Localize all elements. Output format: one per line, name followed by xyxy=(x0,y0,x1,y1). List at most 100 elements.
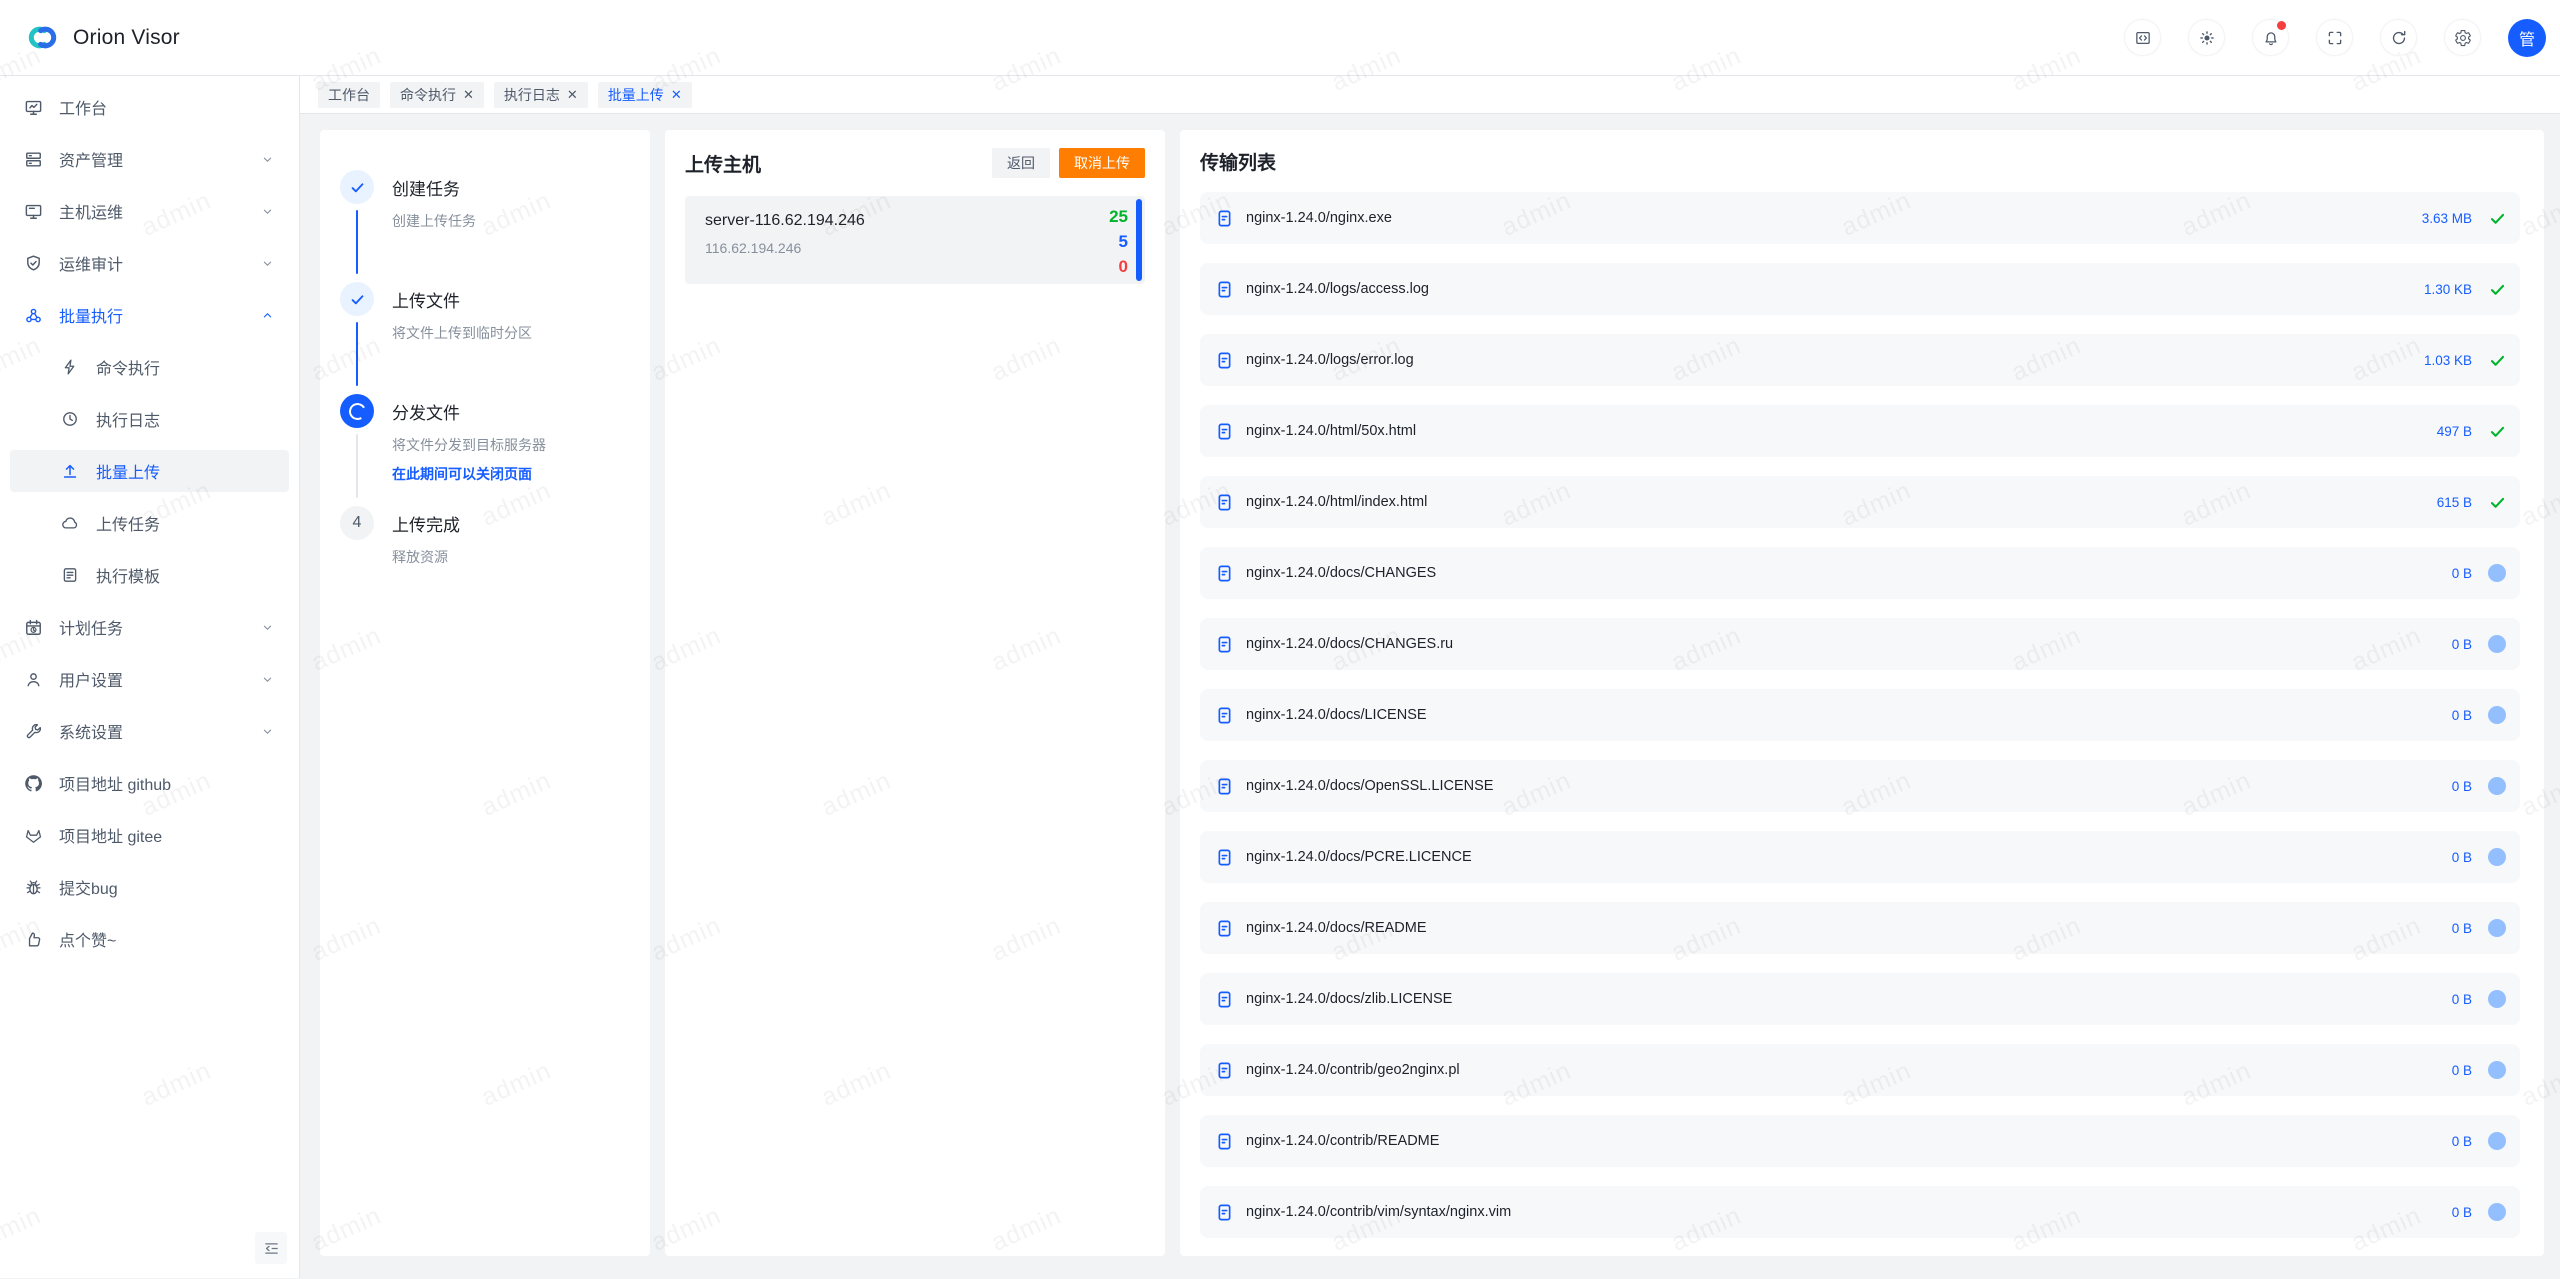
batch-icon xyxy=(23,305,43,325)
sidebar-item-上传任务[interactable]: 上传任务 xyxy=(10,502,289,544)
host-selected-indicator xyxy=(1136,199,1142,281)
sidebar-item-项目地址 gitee[interactable]: 项目地址 gitee xyxy=(10,814,289,856)
chevron-svg xyxy=(260,204,275,219)
file-size: 0 B xyxy=(2452,850,2472,865)
file-icon xyxy=(1215,635,1234,654)
step-spinner-icon xyxy=(347,401,368,422)
transfer-file-row[interactable]: nginx-1.24.0/docs/CHANGES.ru0 B xyxy=(1200,618,2520,670)
cancel-upload-button[interactable]: 取消上传 xyxy=(1059,148,1145,178)
transfer-file-row[interactable]: nginx-1.24.0/contrib/vim/syntax/nginx.vi… xyxy=(1200,1186,2520,1238)
transfer-file-row[interactable]: nginx-1.24.0/logs/error.log1.03 KB xyxy=(1200,334,2520,386)
pending-dot xyxy=(2488,1132,2506,1150)
transfer-file-row[interactable]: nginx-1.24.0/html/index.html615 B xyxy=(1200,476,2520,528)
step-body: 上传文件将文件上传到临时分区 xyxy=(392,282,532,394)
step-check-icon xyxy=(349,179,366,196)
sidebar-item-主机运维[interactable]: 主机运维 xyxy=(10,190,289,232)
transfer-file-row[interactable]: nginx-1.24.0/docs/PCRE.LICENCE0 B xyxy=(1200,831,2520,883)
file-icon-svg xyxy=(1215,493,1234,512)
theme-button[interactable] xyxy=(2188,19,2225,56)
transfer-file-row[interactable]: nginx-1.24.0/nginx.exe3.63 MB xyxy=(1200,192,2520,244)
file-name: nginx-1.24.0/nginx.exe xyxy=(1246,210,1392,226)
file-icon xyxy=(1215,422,1234,441)
file-icon xyxy=(1215,990,1234,1009)
file-icon xyxy=(1215,280,1234,299)
sidebar-item-命令执行[interactable]: 命令执行 xyxy=(10,346,289,388)
user-avatar[interactable]: 管 xyxy=(2508,19,2546,57)
transfer-file-row[interactable]: nginx-1.24.0/contrib/geo2nginx.pl0 B xyxy=(1200,1044,2520,1096)
step-title: 上传文件 xyxy=(392,287,532,312)
sidebar-item-资产管理[interactable]: 资产管理 xyxy=(10,138,289,180)
wrench-icon-svg xyxy=(24,722,43,741)
file-status-pending-icon xyxy=(2487,777,2507,795)
sidebar-item-批量上传[interactable]: 批量上传 xyxy=(10,450,289,492)
sidebar-item-执行模板[interactable]: 执行模板 xyxy=(10,554,289,596)
file-status-pending-icon xyxy=(2487,706,2507,724)
code-icon xyxy=(2134,29,2152,47)
code-button[interactable] xyxy=(2124,19,2161,56)
bug-icon xyxy=(23,877,43,897)
theme-icon xyxy=(2198,29,2216,47)
fullscreen-button[interactable] xyxy=(2316,19,2353,56)
file-status-done-icon xyxy=(2487,351,2507,370)
file-icon xyxy=(1215,564,1234,583)
sidebar-item-提交bug[interactable]: 提交bug xyxy=(10,866,289,908)
tab-close-icon[interactable]: ✕ xyxy=(567,88,578,101)
settings-button[interactable] xyxy=(2444,19,2481,56)
sidebar-item-用户设置[interactable]: 用户设置 xyxy=(10,658,289,700)
sidebar-item-项目地址 github[interactable]: 项目地址 github xyxy=(10,762,289,804)
pending-dot xyxy=(2488,1061,2506,1079)
sidebar-item-计划任务[interactable]: 计划任务 xyxy=(10,606,289,648)
tab-close-icon[interactable]: ✕ xyxy=(671,88,682,101)
tab-close-icon[interactable]: ✕ xyxy=(463,88,474,101)
file-icon-svg xyxy=(1215,422,1234,441)
transfer-file-row[interactable]: nginx-1.24.0/docs/README0 B xyxy=(1200,902,2520,954)
dashboard-icon xyxy=(23,97,43,117)
back-button[interactable]: 返回 xyxy=(992,148,1050,178)
step-创建任务: 创建任务创建上传任务 xyxy=(340,170,630,282)
file-name: nginx-1.24.0/docs/CHANGES xyxy=(1246,565,1436,581)
sidebar-item-点个赞~[interactable]: 点个赞~ xyxy=(10,918,289,960)
transfer-file-row[interactable]: nginx-1.24.0/docs/LICENSE0 B xyxy=(1200,689,2520,741)
file-name: nginx-1.24.0/contrib/geo2nginx.pl xyxy=(1246,1062,1460,1078)
file-name: nginx-1.24.0/contrib/vim/syntax/nginx.vi… xyxy=(1246,1204,1511,1220)
refresh-button[interactable] xyxy=(2380,19,2417,56)
file-icon-svg xyxy=(1215,777,1234,796)
file-status-done-icon xyxy=(2487,280,2507,299)
file-size: 0 B xyxy=(2452,921,2472,936)
transfer-file-row[interactable]: nginx-1.24.0/docs/zlib.LICENSE0 B xyxy=(1200,973,2520,1025)
bolt-icon-svg xyxy=(61,358,79,376)
transfer-file-row[interactable]: nginx-1.24.0/docs/CHANGES0 B xyxy=(1200,547,2520,599)
file-icon-svg xyxy=(1215,1061,1234,1080)
transfer-file-row[interactable]: nginx-1.24.0/docs/OpenSSL.LICENSE0 B xyxy=(1200,760,2520,812)
app-title: Orion Visor xyxy=(73,26,180,50)
sidebar-collapse-button[interactable] xyxy=(255,1232,287,1264)
sidebar-item-label: 运维审计 xyxy=(59,251,123,275)
sidebar-item-执行日志[interactable]: 执行日志 xyxy=(10,398,289,440)
transfer-file-row[interactable]: nginx-1.24.0/logs/access.log1.30 KB xyxy=(1200,263,2520,315)
sidebar-item-label: 工作台 xyxy=(59,95,107,119)
host-card[interactable]: server-116.62.194.246 116.62.194.246 25 … xyxy=(685,196,1145,284)
sidebar-item-批量执行[interactable]: 批量执行 xyxy=(10,294,289,336)
tab-命令执行[interactable]: 命令执行✕ xyxy=(390,82,484,108)
pending-dot xyxy=(2488,1203,2506,1221)
sidebar-item-系统设置[interactable]: 系统设置 xyxy=(10,710,289,752)
tab-工作台[interactable]: 工作台 xyxy=(318,82,380,108)
notifications-button[interactable] xyxy=(2252,19,2289,56)
tab-批量上传[interactable]: 批量上传✕ xyxy=(598,82,692,108)
tab-执行日志[interactable]: 执行日志✕ xyxy=(494,82,588,108)
sidebar-item-label: 计划任务 xyxy=(59,615,123,639)
user-icon-svg xyxy=(24,670,43,689)
file-icon xyxy=(1215,493,1234,512)
step-title: 上传完成 xyxy=(392,511,460,536)
step-connector xyxy=(356,322,358,386)
transfer-file-row[interactable]: nginx-1.24.0/html/50x.html497 B xyxy=(1200,405,2520,457)
step-note: 在此期间可以关闭页面 xyxy=(392,464,546,484)
sidebar-item-工作台[interactable]: 工作台 xyxy=(10,86,289,128)
app-logo-icon xyxy=(24,19,61,56)
file-size: 1.30 KB xyxy=(2424,282,2472,297)
transfer-list-title: 传输列表 xyxy=(1200,148,2520,175)
main-content: 创建任务创建上传任务上传文件将文件上传到临时分区分发文件将文件分发到目标服务器在… xyxy=(300,114,2560,1278)
sidebar-item-运维审计[interactable]: 运维审计 xyxy=(10,242,289,284)
transfer-file-row[interactable]: nginx-1.24.0/contrib/README0 B xyxy=(1200,1115,2520,1167)
file-name: nginx-1.24.0/docs/CHANGES.ru xyxy=(1246,636,1453,652)
